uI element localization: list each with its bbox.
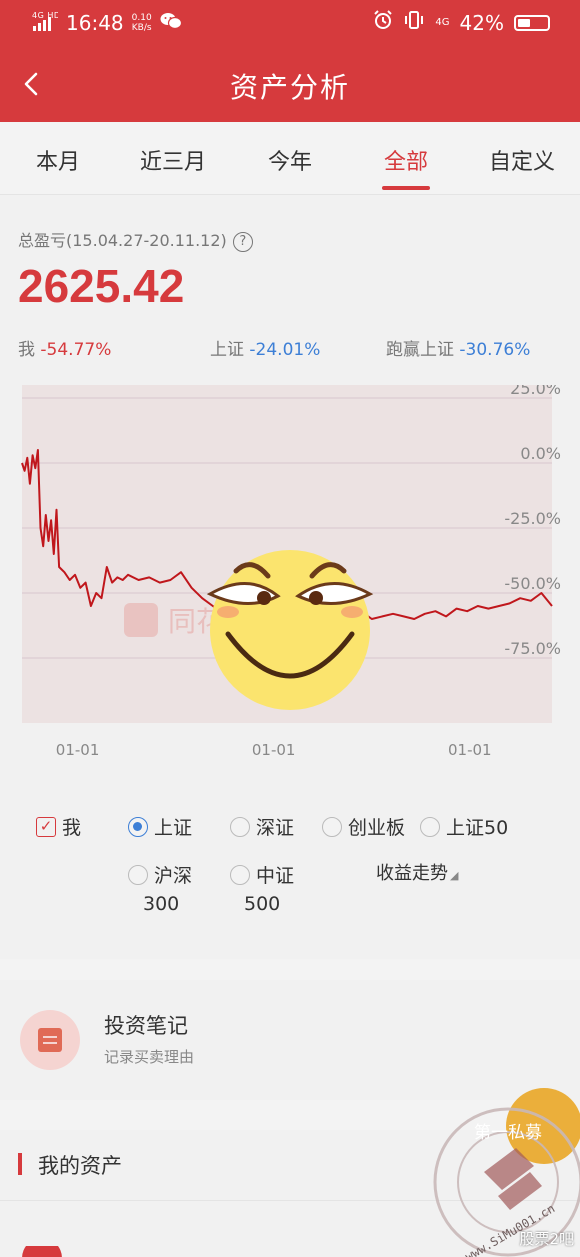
battery-icon [514,14,550,31]
notes-title: 投资笔记 [104,1014,188,1038]
tab-this-month[interactable]: 本月 [34,144,82,176]
radio-icon[interactable] [128,864,148,885]
tab-custom[interactable]: 自定义 [486,144,558,176]
legend-me[interactable]: ✓ 我 [36,813,81,840]
app-header: 4G HD 16:48 0.10 KB/s 4G 42% 资产分析 [0,0,580,122]
x-tick-label: 01-01 [252,741,296,759]
checkbox-icon[interactable]: ✓ [36,816,56,837]
tab-all[interactable]: 全部 [382,144,430,176]
asset-icon [22,1246,62,1257]
page-title: 资产分析 [229,71,350,104]
y-tick-label: -75.0% [504,639,561,658]
benchmark-csi500-sub: 500 [244,893,281,915]
battery-percent: 42% [459,10,504,35]
tab-last-three-months[interactable]: 近三月 [136,144,210,176]
radio-icon[interactable] [230,864,250,885]
return-trend-dropdown[interactable]: 收益走势 ◢ [376,859,458,885]
benchmark-csi300-sub: 300 [143,893,180,915]
radio-icon[interactable] [230,816,250,837]
tab-this-year[interactable]: 今年 [266,144,314,176]
x-tick-label: 01-01 [448,741,492,759]
total-profit-label: 总盈亏(15.04.27-20.11.12)? [18,227,253,252]
beat-shanghai-return: 跑赢上证 -30.76% [386,340,531,360]
svg-text:第一私募: 第一私募 [474,1123,542,1143]
assets-title: 我的资产 [38,1154,122,1178]
help-icon[interactable]: ? [232,232,253,252]
radio-icon[interactable] [420,816,440,837]
alarm-icon [373,10,393,35]
radio-selected-icon[interactable] [128,816,148,837]
status-time: 16:48 [66,10,124,35]
period-tabs: 本月 近三月 今年 全部 自定义 [0,122,580,194]
benchmark-shanghai[interactable]: 上证 [128,813,192,840]
caret-icon: ◢ [450,869,459,882]
my-return: 我 -54.77% [18,340,112,360]
y-tick-label: 0.0% [520,444,561,463]
network-type: 4G [435,17,450,28]
y-tick-label: -50.0% [504,574,561,593]
x-tick-label: 01-01 [56,741,100,759]
smirk-emoji-sticker [206,550,374,710]
active-tab-indicator [382,186,430,190]
benchmark-csi500[interactable]: 中证 [230,861,294,888]
benchmark-chinext[interactable]: 创业板 [322,813,405,840]
notebook-icon [20,1010,80,1070]
y-tick-label: -25.0% [504,509,561,528]
wechat-icon [160,11,182,35]
svg-text:4G HD: 4G HD [32,11,58,20]
status-bar: 4G HD 16:48 0.10 KB/s 4G 42% [0,0,580,46]
corner-watermark: 股票2吧 [519,1230,574,1248]
notes-subtitle: 记录买卖理由 [104,1048,195,1066]
investment-notes-card[interactable]: 投资笔记 记录买卖理由 [0,980,580,1100]
network-speed: 0.10 KB/s [131,12,152,33]
shanghai-return: 上证 -24.01% [210,340,321,360]
vibrate-icon [403,10,425,35]
total-profit-value: 2625.42 [18,260,185,312]
y-tick-label: 25.0% [510,385,561,398]
benchmark-csi300[interactable]: 沪深 [128,861,192,888]
radio-icon[interactable] [322,816,342,837]
benchmark-sse50[interactable]: 上证50 [420,813,508,840]
section-marker [18,1153,22,1175]
signal-icon: 4G HD [32,10,60,35]
benchmark-shenzhen[interactable]: 深证 [230,813,294,840]
